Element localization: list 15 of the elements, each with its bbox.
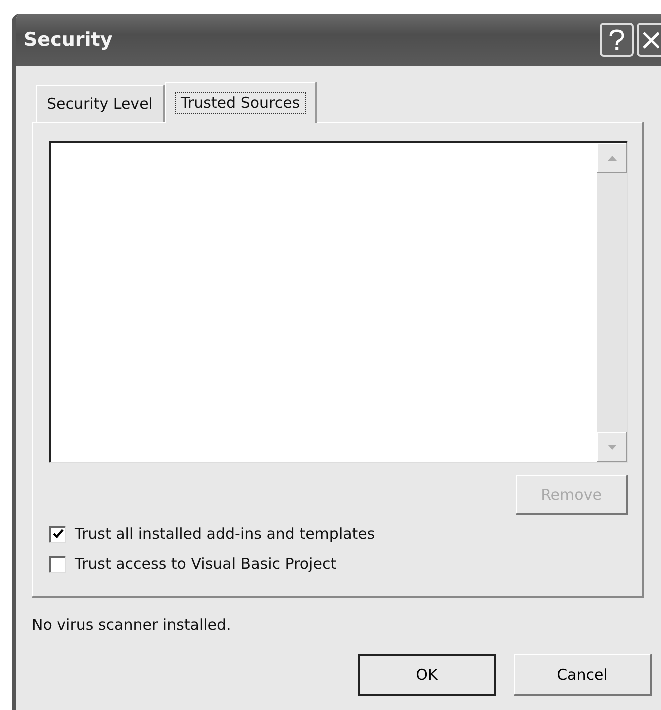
cancel-button[interactable]: Cancel bbox=[514, 654, 652, 696]
checkbox-label[interactable]: Trust access to Visual Basic Project bbox=[75, 555, 337, 573]
window-title: Security bbox=[24, 29, 113, 51]
scroll-bar[interactable] bbox=[597, 143, 627, 462]
scroll-down-icon[interactable] bbox=[597, 432, 627, 462]
scroll-up-icon[interactable] bbox=[597, 143, 627, 173]
status-text: No virus scanner installed. bbox=[32, 616, 232, 634]
checkbox[interactable] bbox=[49, 526, 66, 542]
checkbox-label[interactable]: Trust all installed add-ins and templates bbox=[75, 525, 376, 543]
help-icon[interactable] bbox=[600, 23, 634, 57]
checkbox[interactable] bbox=[49, 556, 66, 572]
ok-button[interactable]: OK bbox=[358, 654, 496, 696]
tab[interactable]: Trusted Sources bbox=[164, 82, 318, 123]
close-icon[interactable] bbox=[637, 23, 661, 57]
tab[interactable]: Security Level bbox=[36, 85, 165, 122]
